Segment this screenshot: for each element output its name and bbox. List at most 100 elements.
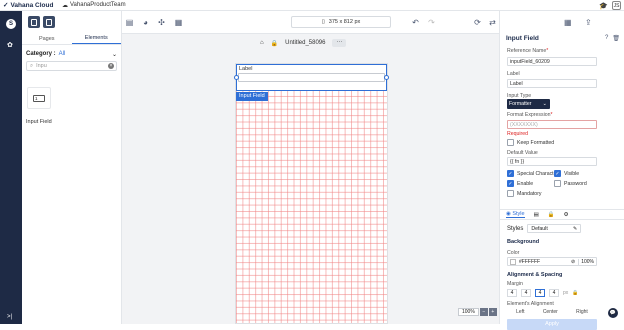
- left-panel-toggle-icon[interactable]: [28, 16, 40, 28]
- margin-right[interactable]: 4: [521, 289, 531, 297]
- link-lock-icon[interactable]: 🔒: [572, 290, 578, 296]
- expand-icon[interactable]: >|: [7, 314, 12, 320]
- properties-tabs: ◉ Style ▤ 🔒 ⚙: [500, 209, 624, 220]
- format-expression-input[interactable]: (XXXXXXX): [507, 120, 597, 129]
- keep-formatted-checkbox[interactable]: Keep Formatted: [507, 139, 554, 146]
- lock-icon[interactable]: 🔒: [271, 40, 278, 47]
- properties-title: Input Field: [506, 35, 539, 42]
- apply-button[interactable]: Apply: [507, 319, 597, 330]
- mandatory-checkbox[interactable]: Mandatory: [507, 190, 542, 197]
- special-characters-checkbox[interactable]: ✓ Special Characters: [507, 170, 561, 177]
- label-input[interactable]: Label: [507, 79, 597, 88]
- undo-icon[interactable]: ↶: [411, 18, 420, 27]
- vahana-logo-icon: ✓: [3, 2, 9, 9]
- brand-name: Vahana Cloud: [10, 1, 54, 9]
- redo-icon[interactable]: ↷: [427, 18, 436, 27]
- selected-element-tag: Input Field: [236, 92, 268, 101]
- color-input[interactable]: #FFFFFF ⊘ 100%: [507, 257, 597, 266]
- left-panel: Pages Elements Category : All ⌄ ⌕ Inpu × …: [22, 11, 122, 324]
- align-center-option[interactable]: Center: [543, 309, 558, 315]
- element-search[interactable]: ⌕ Inpu ×: [26, 61, 117, 71]
- workspace-tab[interactable]: ☁ VahanaProductTeam: [62, 2, 126, 9]
- page-header: ⌂ 🔒 Untitled_58096 ···: [260, 39, 347, 47]
- background-label: Background: [507, 239, 540, 245]
- margin-unit[interactable]: px: [563, 290, 568, 296]
- properties-panel: ▦ ⇪ Input Field ? 🗑 Reference Name* inpu…: [499, 11, 624, 330]
- styles-row: Styles Default ✎: [507, 224, 582, 233]
- tab-pages[interactable]: Pages: [22, 33, 72, 44]
- canvas-area: ⌂ 🔒 Untitled_58096 ··· Label Input Field…: [122, 34, 499, 324]
- delete-icon[interactable]: 🗑: [612, 35, 620, 42]
- password-checkbox[interactable]: Password: [554, 180, 587, 187]
- events-tab-icon[interactable]: ⚙: [564, 212, 569, 218]
- required-message: Required: [507, 131, 529, 137]
- top-bar: ✓ Vahana Cloud ☁ VahanaProductTeam 🎓 JS: [0, 0, 624, 11]
- element-card-input-field[interactable]: 1: [27, 87, 51, 109]
- field-input[interactable]: [238, 73, 385, 82]
- clear-search-icon[interactable]: ×: [108, 63, 114, 69]
- styles-select[interactable]: Default ✎: [527, 224, 582, 233]
- device-size: 375 x 812 px: [328, 19, 361, 25]
- input-field-preview-icon: 1: [33, 94, 45, 102]
- reference-name-input[interactable]: inputField_60209: [507, 57, 597, 66]
- tab-elements[interactable]: Elements: [71, 33, 121, 44]
- chat-icon[interactable]: 💬: [608, 308, 618, 318]
- search-input[interactable]: Inpu: [36, 63, 47, 69]
- right-panel-toggle-icon[interactable]: [43, 16, 55, 28]
- color-label: Color: [507, 250, 520, 256]
- avatar[interactable]: JS: [612, 1, 621, 10]
- refresh-icon[interactable]: ⟳: [473, 18, 482, 27]
- page-name[interactable]: Untitled_58096: [285, 40, 325, 46]
- tab-style[interactable]: ◉ Style: [506, 211, 525, 218]
- phone-icon: ▯: [321, 19, 325, 25]
- align-right-option[interactable]: Right: [576, 309, 588, 315]
- margin-inputs: 4 4 4 4 px 🔒: [507, 289, 579, 297]
- enable-checkbox[interactable]: ✓ Enable: [507, 180, 533, 187]
- alignment-options: Left Center Right: [507, 309, 597, 315]
- document-icon[interactable]: ▤: [125, 18, 134, 27]
- color-swatch[interactable]: [510, 258, 516, 265]
- edit-icon: ✎: [572, 226, 578, 232]
- label-label: Label: [507, 71, 520, 77]
- apps-icon[interactable]: ✿: [7, 41, 15, 49]
- zoom-level[interactable]: 100%: [458, 308, 479, 316]
- export-icon[interactable]: ⇪: [585, 18, 592, 27]
- category-filter[interactable]: Category : All ⌄: [22, 45, 121, 59]
- lock-tab-icon[interactable]: 🔒: [548, 212, 555, 218]
- default-value-input[interactable]: {{ fn }}: [507, 157, 597, 166]
- margin-left[interactable]: 4: [549, 289, 559, 297]
- device-size-selector[interactable]: ▯ 375 x 812 px: [291, 16, 391, 28]
- move-icon[interactable]: ✣: [157, 18, 166, 27]
- zoom-out-button[interactable]: −: [479, 308, 488, 316]
- margin-top[interactable]: 4: [507, 289, 517, 297]
- editor-toolbar: ▤ ◕ ✣ ▦ ▯ 375 x 812 px ↶ ↷ ⟳ ⇄: [122, 11, 499, 34]
- home-icon[interactable]: ⌂: [260, 40, 264, 46]
- flow-icon[interactable]: ⇄: [488, 18, 497, 27]
- element-alignment-label: Element's Alignment: [507, 301, 554, 307]
- selected-input-field[interactable]: Label: [234, 64, 389, 91]
- align-left-option[interactable]: Left: [516, 309, 524, 315]
- visible-checkbox[interactable]: ✓ Visible: [554, 170, 579, 177]
- margin-bottom[interactable]: 4: [535, 289, 545, 297]
- left-panel-tabs: Pages Elements: [22, 33, 121, 45]
- data-tab-icon[interactable]: ▤: [534, 212, 539, 218]
- zoom-control: 100% − +: [458, 308, 497, 316]
- resize-handle-left[interactable]: [234, 75, 239, 80]
- input-type-select[interactable]: Formatter ⌄: [507, 99, 550, 109]
- mobile-canvas[interactable]: Label Input Field: [234, 63, 389, 324]
- palette-icon[interactable]: ◕: [141, 18, 150, 27]
- layout-icon[interactable]: ▦: [174, 18, 183, 27]
- workspace-avatar[interactable]: S: [6, 19, 16, 29]
- color-value: #FFFFFF: [519, 258, 541, 265]
- calendar-icon[interactable]: ▦: [564, 18, 572, 27]
- more-options-button[interactable]: ···: [332, 39, 347, 47]
- styles-label: Styles: [507, 225, 524, 232]
- brand[interactable]: ✓ Vahana Cloud: [0, 1, 62, 10]
- help-icon[interactable]: ?: [605, 35, 608, 42]
- graduation-cap-icon[interactable]: 🎓: [599, 2, 608, 10]
- zoom-in-button[interactable]: +: [488, 308, 497, 316]
- category-label: Category :: [26, 51, 56, 57]
- resize-handle-right[interactable]: [384, 75, 389, 80]
- chevron-down-icon: ⌄: [542, 101, 547, 107]
- opacity-value[interactable]: 100%: [578, 258, 596, 265]
